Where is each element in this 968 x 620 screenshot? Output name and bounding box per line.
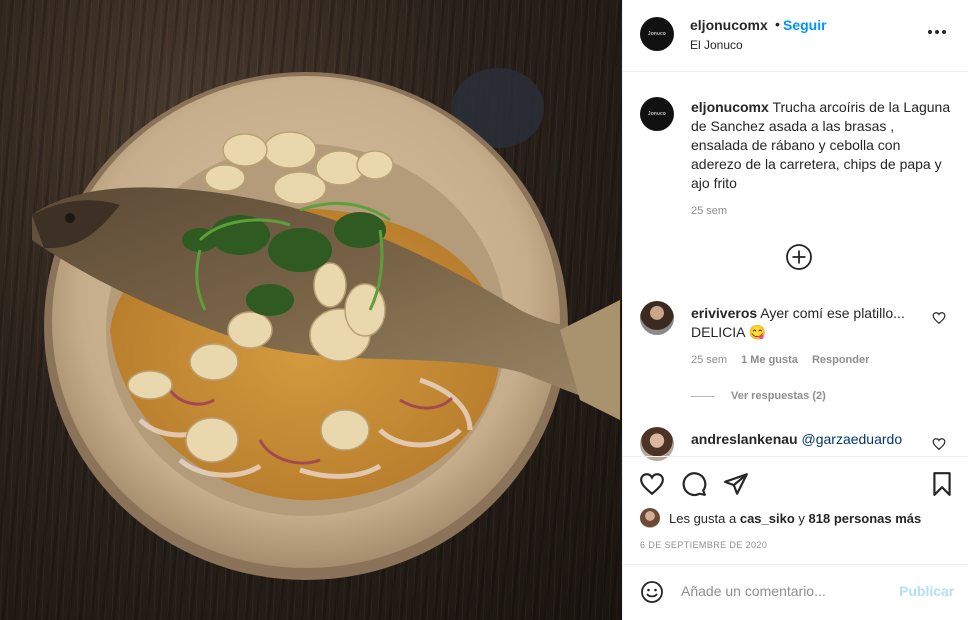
likes-summary: Les gusta a cas_siko y 818 personas más bbox=[669, 511, 921, 526]
post-detail-panel: Jonuco eljonucomx • Seguir El Jonuco Jon… bbox=[622, 0, 968, 620]
likes-prefix: Les gusta a bbox=[669, 511, 737, 526]
liker-avatar[interactable] bbox=[640, 508, 660, 528]
caption-username[interactable]: eljonucomx bbox=[691, 99, 769, 115]
action-bar bbox=[623, 456, 968, 512]
likes-connector: y bbox=[798, 511, 805, 526]
header-username[interactable]: eljonucomx bbox=[690, 17, 768, 33]
caption-timestamp[interactable]: 25 sem bbox=[691, 205, 727, 217]
comment-like-icon[interactable] bbox=[932, 311, 946, 325]
bookmark-icon[interactable] bbox=[929, 471, 955, 497]
comment-meta: 25 sem 1 Me gusta Responder bbox=[691, 354, 869, 366]
comment-like-icon[interactable] bbox=[932, 437, 946, 451]
replies-divider bbox=[691, 395, 715, 397]
post-date[interactable]: 6 DE SEPTIEMBRE DE 2020 bbox=[640, 540, 767, 550]
avatar[interactable]: Jonuco bbox=[640, 17, 674, 51]
likes-others-link[interactable]: 818 personas más bbox=[809, 511, 922, 526]
post-header: Jonuco eljonucomx • Seguir El Jonuco bbox=[623, 0, 968, 72]
comment-username[interactable]: eriviveros bbox=[691, 305, 757, 321]
caption-text: eljonucomx Trucha arcoíris de la Laguna … bbox=[691, 98, 953, 193]
separator-dot: • bbox=[775, 16, 780, 32]
food-photo bbox=[32, 68, 620, 580]
more-options-icon[interactable] bbox=[928, 22, 952, 42]
comment-text: andreslankenau @garzaeduardo bbox=[691, 430, 923, 449]
heart-icon[interactable] bbox=[639, 471, 665, 497]
commenter-avatar[interactable] bbox=[640, 301, 674, 335]
comment-likes[interactable]: 1 Me gusta bbox=[741, 354, 798, 366]
plus-circle-icon[interactable] bbox=[785, 243, 813, 271]
emoji-icon[interactable] bbox=[640, 580, 664, 604]
comment-text: eriviveros Ayer comí ese platillo... DEL… bbox=[691, 304, 923, 342]
liker-username[interactable]: cas_siko bbox=[740, 511, 795, 526]
paper-plane-icon[interactable] bbox=[723, 471, 749, 497]
comment-timestamp[interactable]: 25 sem bbox=[691, 354, 727, 366]
comment-input[interactable]: Añade un comentario... bbox=[681, 583, 826, 599]
caption-avatar[interactable]: Jonuco bbox=[640, 97, 674, 131]
view-replies-button[interactable]: Ver respuestas (2) bbox=[691, 390, 826, 402]
follow-button[interactable]: Seguir bbox=[783, 17, 827, 33]
location-link[interactable]: El Jonuco bbox=[690, 38, 743, 52]
reply-button[interactable]: Responder bbox=[812, 354, 869, 366]
publish-button[interactable]: Publicar bbox=[899, 583, 954, 599]
view-replies-label: Ver respuestas (2) bbox=[731, 390, 826, 402]
post-photo[interactable] bbox=[0, 0, 622, 620]
comment-username[interactable]: andreslankenau bbox=[691, 431, 798, 447]
comment-icon[interactable] bbox=[681, 471, 707, 497]
comment-mention[interactable]: @garzaeduardo bbox=[802, 431, 903, 447]
